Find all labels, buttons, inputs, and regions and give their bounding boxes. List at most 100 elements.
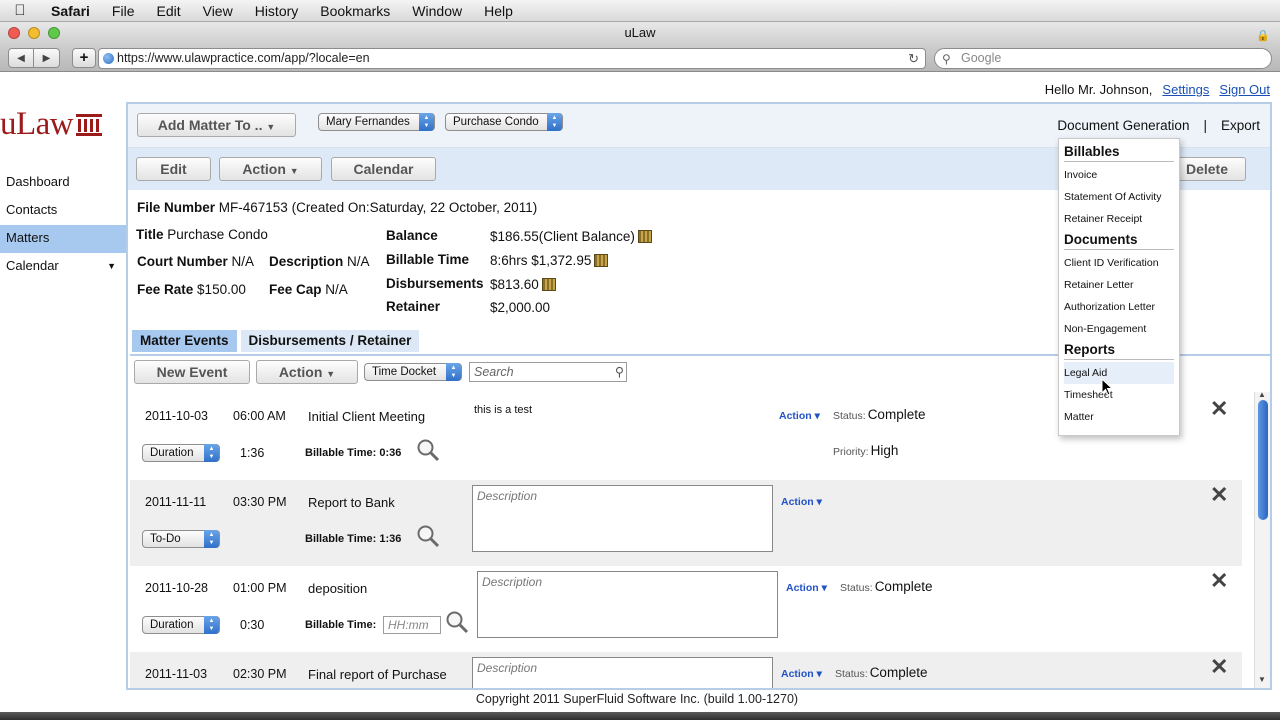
menu-authorization-letter[interactable]: Authorization Letter: [1064, 296, 1174, 318]
zoom-window-button[interactable]: [48, 27, 60, 39]
new-event-button[interactable]: New Event: [134, 360, 250, 384]
user-greeting: Hello Mr. Johnson, Settings Sign Out: [1045, 82, 1270, 97]
close-window-button[interactable]: [8, 27, 20, 39]
settings-link[interactable]: Settings: [1162, 82, 1209, 97]
event-type-select[interactable]: Duration ▲ ▼: [142, 616, 220, 634]
event-time: 02:30 PM: [233, 667, 287, 681]
sign-out-link[interactable]: Sign Out: [1219, 82, 1270, 97]
delete-event-icon[interactable]: ✕: [1210, 654, 1228, 680]
event-description-field[interactable]: Description: [472, 657, 773, 688]
menu-edit[interactable]: Edit: [145, 3, 191, 19]
event-row: 2011-10-28 01:00 PM deposition Descripti…: [130, 566, 1242, 652]
event-status-value: Complete: [869, 665, 928, 680]
scrollbar-thumb[interactable]: [1258, 400, 1268, 520]
event-title[interactable]: deposition: [308, 581, 367, 596]
menu-window[interactable]: Window: [401, 3, 473, 19]
delete-event-icon[interactable]: ✕: [1210, 482, 1228, 508]
menu-retainer-receipt[interactable]: Retainer Receipt: [1064, 208, 1174, 230]
menu-help[interactable]: Help: [473, 3, 524, 19]
documents-header: Documents: [1064, 230, 1174, 250]
event-description-field[interactable]: Description: [472, 485, 773, 552]
add-matter-button[interactable]: Add Matter To .. ▼: [137, 113, 296, 137]
event-action-menu[interactable]: Action ▾: [786, 582, 827, 594]
event-action-menu[interactable]: Action ▾: [779, 410, 820, 422]
magnifier-icon[interactable]: [445, 610, 469, 634]
menu-matter[interactable]: Matter: [1064, 406, 1174, 428]
event-description-field[interactable]: Description: [477, 571, 778, 638]
event-note: this is a test: [474, 404, 533, 416]
menu-retainer-letter[interactable]: Retainer Letter: [1064, 274, 1174, 296]
tab-disbursements-retainer[interactable]: Disbursements / Retainer: [240, 330, 420, 352]
tab-matter-events[interactable]: Matter Events: [132, 330, 237, 352]
document-generation-menu[interactable]: Document Generation: [1057, 118, 1189, 133]
event-status-label: Status:: [835, 668, 868, 680]
events-scrollbar[interactable]: ▲ ▼: [1254, 390, 1270, 688]
event-title[interactable]: Final report of Purchase: [308, 667, 447, 682]
events-search-input[interactable]: Search ⚲: [469, 362, 627, 382]
delete-event-icon[interactable]: ✕: [1210, 568, 1228, 594]
caret-down-icon: ▼: [266, 122, 276, 132]
menu-statement-of-activity[interactable]: Statement Of Activity: [1064, 186, 1174, 208]
export-link[interactable]: Export: [1221, 118, 1260, 133]
event-title[interactable]: Initial Client Meeting: [308, 409, 425, 424]
retainer-label: Retainer: [386, 299, 441, 314]
menu-non-engagement[interactable]: Non-Engagement: [1064, 318, 1174, 340]
ledger-icon[interactable]: [541, 278, 556, 291]
address-bar[interactable]: https://www.ulawpractice.com/app/?locale…: [98, 48, 926, 69]
matter-select[interactable]: Purchase Condo ▲ ▼: [445, 113, 563, 131]
event-type-select[interactable]: Duration ▲ ▼: [142, 444, 220, 462]
event-action-menu[interactable]: Action ▾: [781, 496, 822, 508]
edit-button[interactable]: Edit: [136, 157, 211, 181]
client-select[interactable]: Mary Fernandes ▲ ▼: [318, 113, 435, 131]
menu-history[interactable]: History: [244, 3, 310, 19]
menu-legal-aid[interactable]: Legal Aid: [1064, 362, 1174, 384]
fee-rate-label: Fee Rate: [137, 282, 194, 297]
time-docket-select[interactable]: Time Docket ▲ ▼: [364, 363, 462, 381]
event-action-label: Action: [786, 582, 819, 594]
reload-icon[interactable]: ↻: [908, 49, 919, 68]
billable-time-input[interactable]: HH:mm: [383, 616, 441, 634]
apple-icon[interactable]: : [0, 2, 40, 19]
google-search-field[interactable]: ⚲ Google: [934, 48, 1272, 69]
menu-file[interactable]: File: [101, 3, 146, 19]
delete-event-icon[interactable]: ✕: [1210, 396, 1228, 422]
add-bookmark-button[interactable]: +: [72, 48, 96, 68]
select-stepper-icon: ▲ ▼: [547, 113, 562, 131]
minimize-window-button[interactable]: [28, 27, 40, 39]
menu-bookmarks[interactable]: Bookmarks: [309, 3, 401, 19]
menu-app-name[interactable]: Safari: [40, 3, 101, 19]
event-priority: Priority: High: [833, 443, 898, 458]
menu-view[interactable]: View: [192, 3, 244, 19]
title-label: Title: [136, 227, 164, 242]
nav-dashboard[interactable]: Dashboard: [0, 169, 126, 197]
ulaw-logo[interactable]: uLaw: [0, 106, 103, 143]
menu-invoice[interactable]: Invoice: [1064, 164, 1174, 186]
event-action-menu[interactable]: Action ▾: [781, 668, 822, 680]
event-status: Status: Complete: [833, 407, 925, 422]
nav-matters[interactable]: Matters: [0, 225, 126, 253]
calendar-button[interactable]: Calendar: [331, 157, 436, 181]
description-row: Description N/A: [269, 254, 370, 269]
billable-label: Billable Time:: [305, 533, 377, 545]
event-status-label: Status:: [833, 410, 866, 422]
ledger-icon[interactable]: [594, 254, 609, 267]
nav-calendar[interactable]: Calendar ▼: [0, 253, 126, 281]
search-icon: ⚲: [942, 52, 951, 66]
back-button[interactable]: ◀: [8, 48, 34, 68]
fee-rate-value: $150.00: [197, 282, 246, 297]
ledger-icon[interactable]: [637, 230, 652, 243]
greeting-text: Hello Mr. Johnson,: [1044, 82, 1153, 97]
forward-button[interactable]: ▶: [34, 48, 60, 68]
scroll-down-icon[interactable]: ▼: [1258, 675, 1266, 684]
action-menu-button[interactable]: Action ▼: [219, 157, 322, 181]
menu-timesheet[interactable]: Timesheet: [1064, 384, 1174, 406]
scroll-up-icon[interactable]: ▲: [1258, 390, 1266, 399]
event-type-select[interactable]: To-Do ▲ ▼: [142, 530, 220, 548]
window-bottom-edge: [0, 712, 1280, 720]
magnifier-icon[interactable]: [416, 524, 440, 548]
events-action-button[interactable]: Action ▼: [256, 360, 358, 384]
magnifier-icon[interactable]: [416, 438, 440, 462]
menu-client-id-verification[interactable]: Client ID Verification: [1064, 252, 1174, 274]
event-title[interactable]: Report to Bank: [308, 495, 395, 510]
nav-contacts[interactable]: Contacts: [0, 197, 126, 225]
